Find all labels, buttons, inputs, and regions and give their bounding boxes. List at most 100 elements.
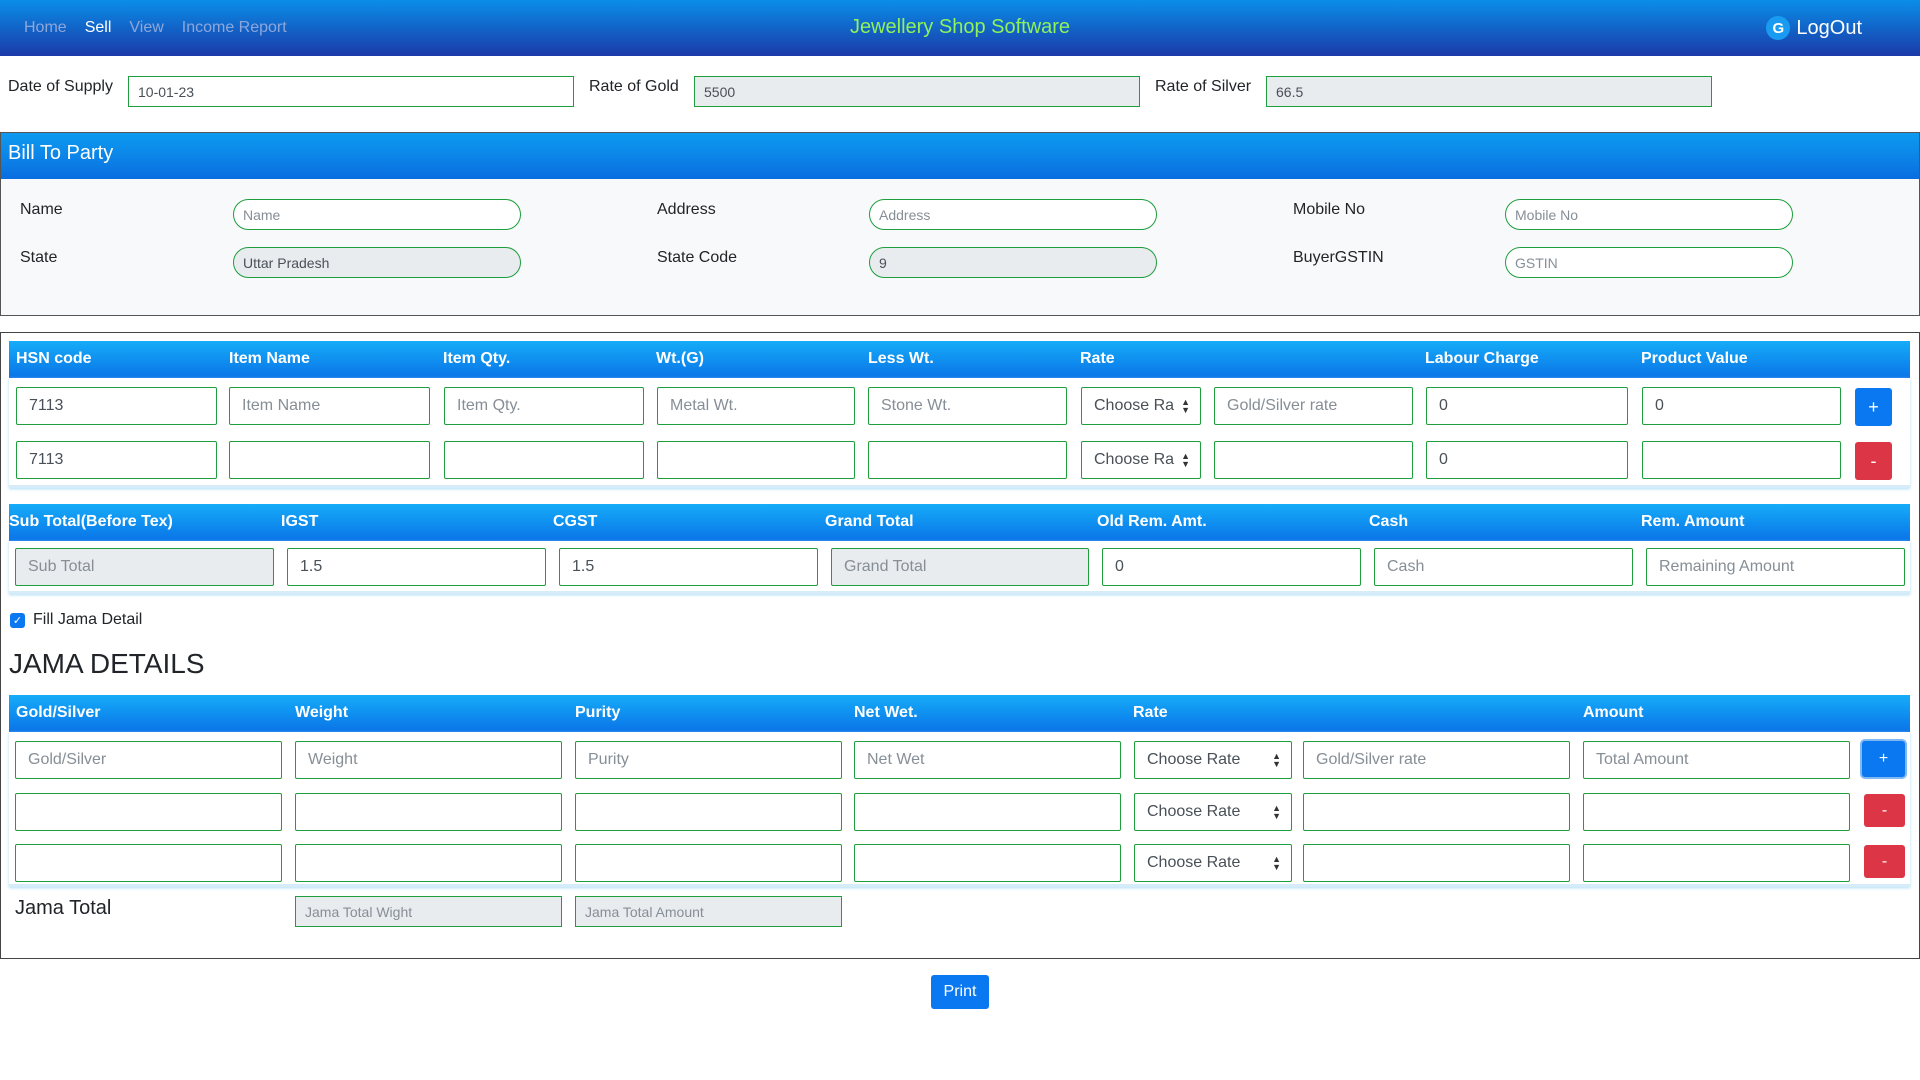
igst-input[interactable] xyxy=(287,548,546,586)
nav-view[interactable]: View xyxy=(129,19,163,37)
rate-of-silver-input[interactable] xyxy=(1266,76,1712,107)
remove-jama-row-button[interactable]: - xyxy=(1864,845,1905,878)
net-weight-input[interactable] xyxy=(854,741,1121,779)
jama-weight-input[interactable] xyxy=(295,793,562,831)
fill-jama-checkbox[interactable]: ✓ xyxy=(10,613,25,628)
labour-charge-input[interactable] xyxy=(1426,441,1628,479)
purity-input[interactable] xyxy=(575,844,842,882)
jama-total-weight-input[interactable] xyxy=(295,896,562,927)
google-icon: G xyxy=(1766,16,1791,40)
nav-home[interactable]: Home xyxy=(24,19,67,37)
jama-gold-silver-rate-input[interactable] xyxy=(1303,844,1570,882)
nav-sell[interactable]: Sell xyxy=(85,19,112,37)
items-table-header: HSN code Item Name Item Qty. Wt.(G) Less… xyxy=(9,341,1910,378)
purity-input[interactable] xyxy=(575,793,842,831)
jama-rate-select-value: Choose Rate xyxy=(1147,854,1241,871)
cgst-input[interactable] xyxy=(559,548,818,586)
jama-rate-select[interactable]: Choose Rate ▲ ▼ xyxy=(1134,844,1292,882)
remove-item-button[interactable]: - xyxy=(1855,442,1892,480)
bill-to-party-title: Bill To Party xyxy=(1,133,1919,179)
mobile-input[interactable] xyxy=(1505,199,1793,230)
col-amount: Amount xyxy=(1583,704,1644,721)
rate-of-gold-label: Rate of Gold xyxy=(589,78,679,95)
jama-total-label: Jama Total xyxy=(15,897,112,919)
select-arrows-icon: ▲ ▼ xyxy=(1272,803,1281,821)
jama-weight-input[interactable] xyxy=(295,844,562,882)
metal-weight-input[interactable] xyxy=(657,387,855,425)
jama-weight-input[interactable] xyxy=(295,741,562,779)
cash-input[interactable] xyxy=(1374,548,1633,586)
col-sub-total: Sub Total(Before Tex) xyxy=(9,513,173,530)
col-labour-charge: Labour Charge xyxy=(1425,350,1539,367)
metal-weight-input[interactable] xyxy=(657,441,855,479)
rate-select[interactable]: Choose Ra ▲ ▼ xyxy=(1081,387,1201,425)
labour-charge-input[interactable] xyxy=(1426,387,1628,425)
col-rem-amount: Rem. Amount xyxy=(1641,513,1745,530)
stone-weight-input[interactable] xyxy=(868,387,1067,425)
product-value-input[interactable] xyxy=(1642,441,1841,479)
state-label: State xyxy=(20,249,58,266)
add-jama-row-button[interactable]: + xyxy=(1862,741,1905,777)
remaining-amount-input[interactable] xyxy=(1646,548,1905,586)
gold-silver-input[interactable] xyxy=(15,844,282,882)
total-amount-input[interactable] xyxy=(1583,793,1850,831)
logout-button[interactable]: G LogOut xyxy=(1766,16,1862,40)
add-item-button[interactable]: + xyxy=(1855,388,1892,426)
gold-silver-input[interactable] xyxy=(15,793,282,831)
gold-silver-rate-input[interactable] xyxy=(1214,441,1413,479)
item-qty-input[interactable] xyxy=(444,441,644,479)
jama-rate-select[interactable]: Choose Rate ▲ ▼ xyxy=(1134,741,1292,779)
col-igst: IGST xyxy=(281,513,319,530)
gold-silver-input[interactable] xyxy=(15,741,282,779)
select-arrows-icon: ▲ ▼ xyxy=(1272,751,1281,769)
item-qty-input[interactable] xyxy=(444,387,644,425)
item-name-input[interactable] xyxy=(229,441,430,479)
col-jama-weight: Weight xyxy=(295,704,349,721)
jama-table-header: Gold/Silver Weight Purity Net Wet. Rate … xyxy=(9,695,1910,732)
state-input[interactable] xyxy=(233,247,521,278)
jama-gold-silver-rate-input[interactable] xyxy=(1303,793,1570,831)
name-label: Name xyxy=(20,201,63,218)
state-code-label: State Code xyxy=(657,249,738,266)
total-amount-input[interactable] xyxy=(1583,741,1850,779)
state-code-input[interactable] xyxy=(869,247,1157,278)
rate-select-value: Choose Ra xyxy=(1094,397,1175,414)
product-value-input[interactable] xyxy=(1642,387,1841,425)
address-input[interactable] xyxy=(869,199,1157,230)
col-net-weight: Net Wet. xyxy=(854,704,918,721)
jama-rate-select-value: Choose Rate xyxy=(1147,751,1241,768)
nav-income-report[interactable]: Income Report xyxy=(182,19,287,37)
jama-rate-select[interactable]: Choose Rate ▲ ▼ xyxy=(1134,793,1292,831)
hsn-input[interactable] xyxy=(16,387,217,425)
stone-weight-input[interactable] xyxy=(868,441,1067,479)
total-amount-input[interactable] xyxy=(1583,844,1850,882)
rate-of-gold-input[interactable] xyxy=(694,76,1140,107)
col-product-value: Product Value xyxy=(1641,350,1748,367)
net-weight-input[interactable] xyxy=(854,793,1121,831)
item-name-input[interactable] xyxy=(229,387,430,425)
sub-total-input[interactable] xyxy=(15,548,274,586)
gstin-input[interactable] xyxy=(1505,247,1793,278)
totals-table-header: Sub Total(Before Tex) IGST CGST Grand To… xyxy=(9,504,1910,541)
name-input[interactable] xyxy=(233,199,521,230)
hsn-input[interactable] xyxy=(16,441,217,479)
purity-input[interactable] xyxy=(575,741,842,779)
gold-silver-rate-input[interactable] xyxy=(1214,387,1413,425)
jama-details-heading: JAMA DETAILS xyxy=(9,648,205,679)
jama-total-amount-input[interactable] xyxy=(575,896,842,927)
remove-jama-row-button[interactable]: - xyxy=(1864,794,1905,827)
date-of-supply-input[interactable] xyxy=(128,76,574,107)
col-item-qty: Item Qty. xyxy=(443,350,511,367)
col-cgst: CGST xyxy=(553,513,598,530)
col-hsn-code: HSN code xyxy=(16,350,92,367)
grand-total-input[interactable] xyxy=(831,548,1089,586)
jama-gold-silver-rate-input[interactable] xyxy=(1303,741,1570,779)
col-less-weight: Less Wt. xyxy=(868,350,934,367)
col-grand-total: Grand Total xyxy=(825,513,914,530)
net-weight-input[interactable] xyxy=(854,844,1121,882)
rate-select[interactable]: Choose Ra ▲ ▼ xyxy=(1081,441,1201,479)
old-rem-amount-input[interactable] xyxy=(1102,548,1361,586)
print-button[interactable]: Print xyxy=(931,975,989,1009)
date-of-supply-label: Date of Supply xyxy=(8,78,113,95)
logout-label: LogOut xyxy=(1796,16,1862,39)
